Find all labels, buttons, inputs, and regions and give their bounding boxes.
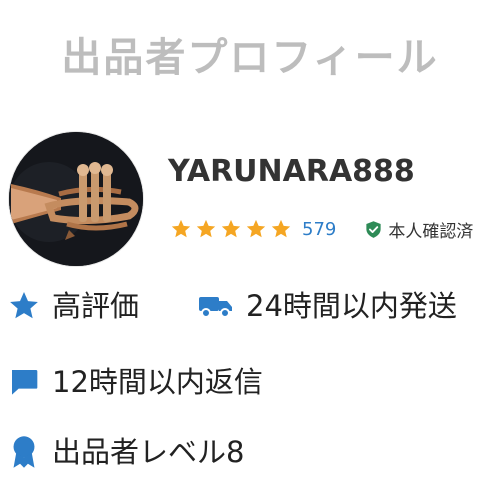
badge-label: 12時間以内返信: [52, 365, 263, 399]
chat-bubble-icon: [12, 370, 38, 395]
avatar-trumpet-image: [9, 132, 143, 266]
avatar[interactable]: [9, 132, 143, 266]
badge-label: 出品者レベル8: [52, 435, 245, 469]
seller-profile-page: 出品者プロフィール YARUNARA888 579 本人確認済 高評価 24時間…: [0, 0, 500, 500]
badge-label: 高評価: [52, 289, 140, 323]
badge-reply: 12時間以内返信: [8, 364, 263, 400]
badge-seller-level: 出品者レベル8: [8, 434, 244, 470]
verified-shield-icon: [366, 220, 381, 238]
verified-badge: 本人確認済: [364, 217, 473, 242]
ribbon-medal-icon: [13, 436, 35, 468]
rating-star-icon: [221, 219, 241, 238]
rating-star-icon: [196, 219, 216, 238]
seller-username[interactable]: YARUNARA888: [168, 154, 415, 189]
star-icon: [10, 292, 38, 319]
review-count[interactable]: 579: [302, 219, 336, 240]
badge-label: 24時間以内発送: [246, 289, 457, 323]
delivery-truck-icon: [199, 297, 232, 318]
rating-star-icon: [171, 219, 191, 238]
badge-high-rating: 高評価: [8, 288, 139, 324]
rating-star-icon: [246, 219, 266, 238]
verified-label: 本人確認済: [388, 221, 474, 242]
rating-star-icon: [271, 219, 291, 238]
page-title: 出品者プロフィール: [61, 35, 439, 81]
badge-shipping: 24時間以内発送: [198, 288, 457, 324]
rating-row[interactable]: 579 本人確認済: [170, 214, 473, 244]
